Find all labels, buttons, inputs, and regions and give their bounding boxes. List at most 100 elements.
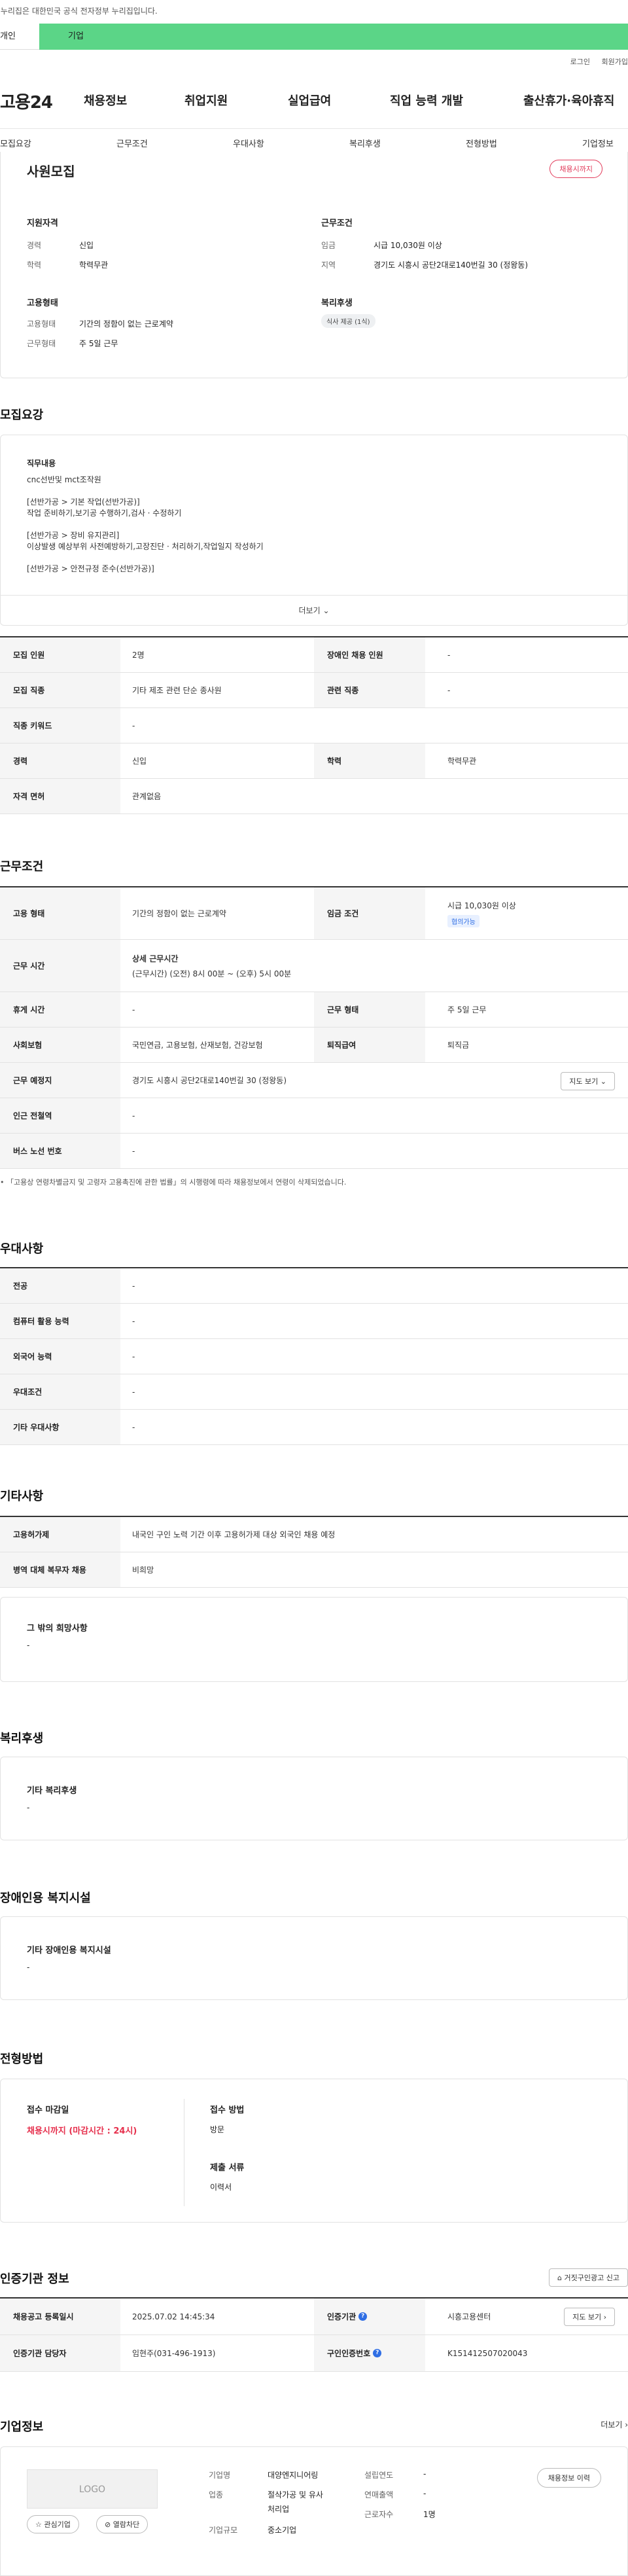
welfare-title: 복리후생	[321, 298, 353, 308]
cell-header: 인근 전철역	[0, 1098, 120, 1133]
site-logo[interactable]: 고용24	[0, 89, 53, 113]
table-row: 직종 키워드 -	[0, 708, 628, 743]
map-button[interactable]: 지도 보기 ⌄	[561, 1072, 615, 1090]
table-row: 자격 면허 관계없음	[0, 779, 628, 814]
subnav-item[interactable]: 근무조건	[116, 137, 148, 149]
section-nav: 모집요강 근무조건 우대사항 복리후생 전형방법 기업정보	[0, 128, 628, 154]
cell-value: 학력무관	[447, 757, 477, 766]
gnb-item[interactable]: 채용정보	[84, 92, 127, 109]
size-label: 기업규모	[209, 2526, 238, 2535]
cell-value: -	[132, 1146, 135, 1156]
agency-map-button[interactable]: 지도 보기 ›	[564, 2308, 615, 2326]
no-label: 구인인증번호	[327, 2349, 371, 2358]
cell-value: (근무시간) (오전) 8시 00분 ~ (오후) 5시 00분	[132, 969, 292, 978]
subnav-item[interactable]: 복리후생	[349, 137, 381, 149]
cell-value: -	[447, 650, 451, 660]
gnb-item[interactable]: 직업 능력 개발	[390, 92, 463, 109]
section-heading-agency: 인증기관 정보	[0, 2272, 69, 2286]
table-row: 근무 예정지 경기도 시흥시 공단2대로140번길 30 (정왕동) 지도 보기…	[0, 1063, 628, 1098]
emp-value: 기간의 정함이 없는 근로계약	[79, 319, 173, 329]
job-desc-line: cnc선반및 mct조작원	[27, 475, 101, 484]
cell-value: 임현주(031-496-1913)	[132, 2349, 216, 2358]
age-note-text: 「고용상 연령차별금지 및 고령자 고용촉진에 관한 법률」의 시행령에 따라 …	[7, 1178, 347, 1187]
cell-value: -	[447, 685, 451, 695]
history-button[interactable]: 채용정보 이력	[536, 2468, 601, 2488]
table-row: 버스 노선 번호 -	[0, 1134, 628, 1169]
tab-company[interactable]: 기업	[39, 24, 628, 50]
cond-title: 근무조건	[321, 219, 353, 228]
agency-map-label: 지도 보기	[572, 2313, 602, 2321]
company-more-link[interactable]: 더보기 ›	[601, 2419, 628, 2430]
bullet-icon: •	[0, 1178, 7, 1187]
table-row: 인증기관 담당자 임현주(031-496-1913) 구인인증번호? K1514…	[0, 2335, 628, 2372]
section-heading-company: 기업정보	[0, 2420, 44, 2434]
disability-card: 기타 장애인용 복지시설 -	[0, 1916, 628, 2000]
signup-link[interactable]: 회원가입	[602, 58, 628, 66]
company-card: LOGO ☆ 관심기업 ⊘ 열람차단 기업명 대양엔지니어링 업종 절삭가공 및…	[0, 2446, 628, 2576]
welfare-badge: 식사 제공 (1식)	[321, 314, 375, 328]
gnb-item[interactable]: 출산휴가·육아휴직	[523, 92, 614, 109]
cell-value: K151412507020043	[447, 2348, 528, 2358]
gov-banner-text: 이 누리집은 대한민국 공식 전자정부 누리집입니다.	[0, 7, 158, 16]
subnav-item[interactable]: 전형방법	[466, 137, 497, 149]
employees-label: 근로자수	[364, 2510, 394, 2519]
status-badge: 채용시까지	[550, 160, 602, 178]
gnb-item[interactable]: 취업지원	[184, 92, 228, 109]
block-button[interactable]: ⊘ 열람차단	[96, 2515, 148, 2533]
cell-header: 모집 직종	[0, 673, 120, 707]
welfare-card-title: 기타 복리후생	[27, 1786, 77, 1796]
table-row: 근무 시간 상세 근무시간 (근무시간) (오전) 8시 00분 ~ (오후) …	[0, 940, 628, 992]
work-table: 고용 형태 기간의 정함이 없는 근로계약 임금 조건 시급 10,030원 이…	[0, 886, 628, 1169]
est-label: 설립연도	[364, 2471, 394, 2480]
job-desc-title: 직무내용	[27, 459, 56, 468]
cell-value: 기타 제조 관련 단순 종사원	[132, 686, 222, 695]
favorite-button[interactable]: ☆ 관심기업	[27, 2515, 79, 2533]
method-title: 접수 방법	[210, 2105, 245, 2115]
other-wish-card: 그 밖의 희망사항 -	[0, 1597, 628, 1682]
gnb-item[interactable]: 실업급여	[288, 92, 331, 109]
cell-value: -	[132, 1351, 135, 1361]
cell-header: 근무 시간	[0, 940, 120, 992]
more-button[interactable]: 더보기 ⌄	[1, 595, 627, 625]
tab-personal[interactable]: 개인	[0, 24, 39, 50]
cell-header: 고용허가제	[0, 1517, 120, 1552]
other-wish-value: -	[27, 1641, 30, 1650]
map-button-label: 지도 보기	[569, 1077, 599, 1086]
age-note: • 「고용상 연령차별금지 및 고령자 고용촉진에 관한 법률」의 시행령에 따…	[0, 1177, 346, 1187]
negotiable-badge: 협의가능	[447, 914, 480, 927]
recruit-table: 모집 인원 2명 장애인 채용 인원 - 모집 직종 기타 제조 관련 단순 종…	[0, 636, 628, 814]
sales-value: -	[423, 2489, 427, 2498]
cell-value: 신입	[132, 757, 147, 766]
cell-value: 2명	[132, 651, 145, 660]
table-row: 경력 신입 학력 학력무관	[0, 743, 628, 779]
section-heading-work: 근무조건	[0, 860, 44, 874]
job-desc-card: 직무내용 cnc선반및 mct조작원 [선반가공 > 기본 작업(선반가공)] …	[0, 435, 628, 626]
cell-header: 기타 우대사항	[0, 1410, 120, 1444]
cell-value: 기간의 정함이 없는 근로계약	[132, 909, 226, 918]
cell-header: 임금 조건	[314, 887, 425, 939]
cell-header: 퇴직급여	[314, 1028, 425, 1062]
pref-table: 전공 - 컴퓨터 활용 능력 - 외국어 능력 - 우대조건 - 기타 우대사항 -	[0, 1267, 628, 1445]
welfare-card: 기타 복리후생 -	[0, 1757, 628, 1840]
industry-value-1: 절삭가공 및 유사	[268, 2490, 323, 2499]
cell-value: 시흥고용센터	[447, 2312, 491, 2321]
cell-header: 외국어 능력	[0, 1339, 120, 1374]
job-desc-line: 작업 준비하기,보기공 수행하기,검사 · 수정하기	[27, 509, 182, 518]
help-icon[interactable]: ?	[358, 2312, 368, 2321]
chevron-right-icon: ›	[625, 2420, 628, 2429]
login-link[interactable]: 로그인	[570, 58, 590, 66]
subnav-item[interactable]: 기업정보	[582, 137, 614, 149]
section-heading-recruit: 모집요강	[0, 408, 44, 422]
wage-value: 시급 10,030원 이상	[374, 241, 442, 250]
job-desc-line: [선반가공 > 장비 유지관리]	[27, 531, 120, 540]
wage-cell: 시급 10,030원 이상 협의가능	[447, 887, 516, 939]
subnav-item[interactable]: 모집요강	[0, 137, 31, 149]
cell-value: 관계없음	[132, 792, 162, 801]
report-button[interactable]: ⌂ 거짓구인광고 신고	[549, 2268, 628, 2287]
section-heading-etc: 기타사항	[0, 1490, 44, 1503]
cell-value: 비희망	[132, 1565, 154, 1575]
subnav-item[interactable]: 우대사항	[233, 137, 264, 149]
util-links: 로그인 회원가입	[561, 56, 628, 67]
cell-header: 모집 인원	[0, 637, 120, 672]
help-icon[interactable]: ?	[373, 2349, 382, 2357]
